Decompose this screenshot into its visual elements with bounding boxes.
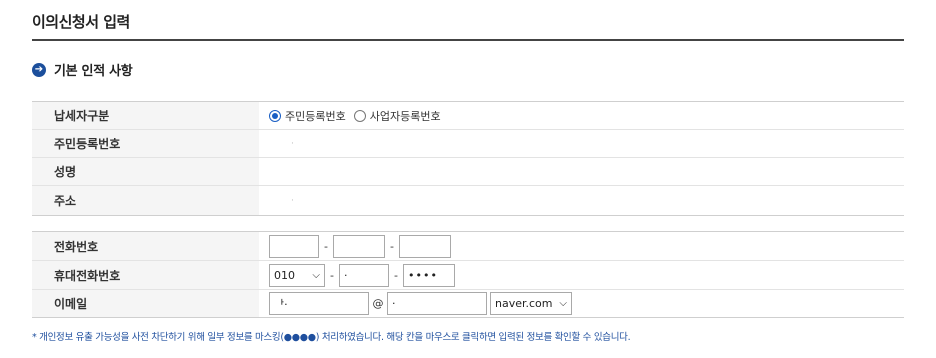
mobile-cell: 010 ⌵ - · - •••• — [259, 261, 904, 289]
phone-dash-2: - — [390, 239, 394, 253]
address-cell: · — [259, 186, 904, 215]
address-label: 주소 — [32, 186, 259, 215]
basic-info-table: 납세자구분 주민등록번호 사업자등록번호 주민등록번호 · 성명 주소 · — [32, 101, 904, 216]
rrn-row: 주민등록번호 · — [32, 130, 904, 158]
name-row: 성명 — [32, 158, 904, 186]
title-divider — [32, 39, 904, 41]
taxpayer-type-label: 납세자구분 — [32, 102, 259, 129]
name-cell — [259, 158, 904, 185]
chevron-down-icon: ⌵ — [312, 269, 320, 281]
section-title: 기본 인적 사항 — [54, 64, 133, 79]
masking-notice: * 개인정보 유출 가능성을 사전 차단하기 위해 일부 정보를 마스킹(●●●… — [32, 332, 631, 343]
address-value[interactable]: · — [291, 196, 294, 206]
mobile-dash-1: - — [330, 268, 334, 282]
email-at-sign: @ — [372, 297, 384, 310]
radio-rrn-label: 주민등록번호 — [285, 109, 346, 123]
phone-row: 전화번호 - - — [32, 232, 904, 261]
radio-unchecked-icon[interactable] — [353, 109, 366, 122]
name-label: 성명 — [32, 158, 259, 185]
radio-rrn[interactable]: 주민등록번호 — [269, 108, 346, 124]
rrn-label: 주민등록번호 — [32, 130, 259, 157]
mobile-last-input[interactable]: •••• — [403, 263, 455, 287]
email-domain-select-value: naver.com — [495, 297, 553, 310]
email-domain-input[interactable]: · — [387, 292, 487, 315]
radio-business-number[interactable]: 사업자등록번호 — [353, 108, 441, 124]
phone-last-input[interactable] — [399, 234, 451, 258]
email-domain-select[interactable]: naver.com ⌵ — [490, 292, 572, 315]
phone-area-input[interactable] — [269, 234, 319, 258]
contact-info-table: 전화번호 - - 휴대전화번호 010 ⌵ - · - •••• 이메일 ᅡ· … — [32, 231, 904, 318]
phone-label: 전화번호 — [32, 232, 259, 260]
mobile-middle-input[interactable]: · — [339, 263, 389, 287]
section-header: ➔ 기본 인적 사항 — [32, 60, 133, 79]
radio-checked-icon[interactable] — [269, 109, 281, 122]
chevron-down-icon: ⌵ — [559, 298, 567, 309]
arrow-circle-icon: ➔ — [32, 62, 46, 77]
address-row: 주소 · — [32, 186, 904, 216]
mobile-prefix-select[interactable]: 010 ⌵ — [269, 263, 325, 287]
mobile-row: 휴대전화번호 010 ⌵ - · - •••• — [32, 261, 904, 290]
email-label: 이메일 — [32, 290, 259, 317]
mobile-dash-2: - — [394, 268, 398, 282]
email-id-input[interactable]: ᅡ· — [269, 292, 369, 315]
email-cell: ᅡ· @ · naver.com ⌵ — [259, 290, 904, 317]
phone-cell: - - — [259, 232, 904, 260]
phone-dash-1: - — [324, 239, 328, 253]
mobile-label: 휴대전화번호 — [32, 261, 259, 289]
page-title: 이의신청서 입력 — [32, 13, 130, 31]
taxpayer-type-row: 납세자구분 주민등록번호 사업자등록번호 — [32, 102, 904, 130]
rrn-cell: · — [259, 130, 904, 157]
phone-middle-input[interactable] — [333, 234, 385, 258]
radio-business-number-label: 사업자등록번호 — [369, 109, 441, 123]
email-row: 이메일 ᅡ· @ · naver.com ⌵ — [32, 290, 904, 318]
rrn-value[interactable]: · — [291, 139, 294, 149]
taxpayer-type-cell: 주민등록번호 사업자등록번호 — [259, 102, 904, 129]
mobile-prefix-value: 010 — [274, 268, 295, 282]
